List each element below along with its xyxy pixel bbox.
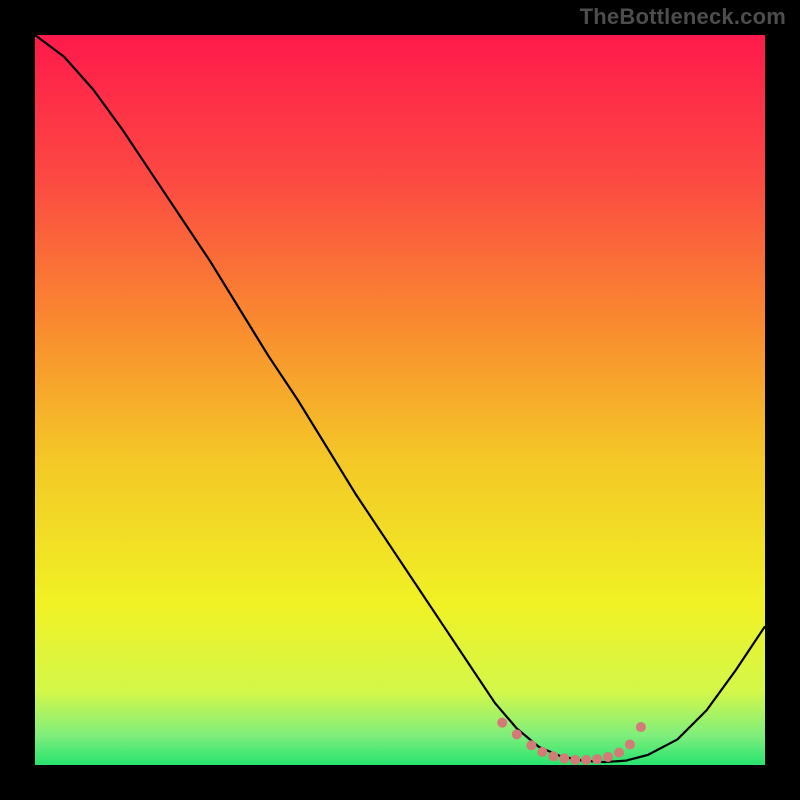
dot-optimal-band-dots <box>636 722 646 732</box>
dot-optimal-band-dots <box>570 755 580 765</box>
gradient-background <box>35 35 765 765</box>
dot-optimal-band-dots <box>625 740 635 750</box>
plot-area <box>35 35 765 765</box>
dot-optimal-band-dots <box>526 740 536 750</box>
dot-optimal-band-dots <box>614 748 624 758</box>
dot-optimal-band-dots <box>512 729 522 739</box>
bottleneck-curve-chart <box>35 35 765 765</box>
dot-optimal-band-dots <box>603 752 613 762</box>
dot-optimal-band-dots <box>548 751 558 761</box>
watermark-label: TheBottleneck.com <box>580 4 786 30</box>
dot-optimal-band-dots <box>592 754 602 764</box>
dot-optimal-band-dots <box>537 747 547 757</box>
dot-optimal-band-dots <box>581 755 591 765</box>
dot-optimal-band-dots <box>559 753 569 763</box>
chart-frame: TheBottleneck.com <box>0 0 800 800</box>
dot-optimal-band-dots <box>497 718 507 728</box>
